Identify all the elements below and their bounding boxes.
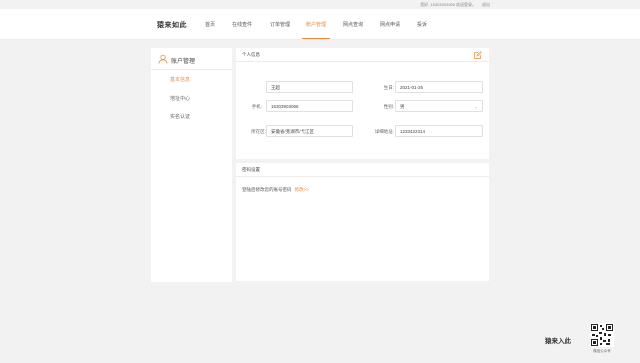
address-field[interactable]: 1233422314 [395,125,483,137]
personal-info-header: 个人信息 [236,48,489,62]
nav-active-underline [302,38,330,39]
nav-item-track[interactable]: 在线查件 [232,21,252,28]
gender-select[interactable]: 男 ⌄ [395,100,483,112]
sidebar-item-address-center[interactable]: 地址中心 [170,95,190,102]
phone-label: 手机: [251,104,262,109]
password-header: 密码设置 [236,163,489,177]
nav-item-orders[interactable]: 订单管理 [270,21,290,28]
phone-field[interactable]: 15303903066 [266,100,353,112]
chevron-down-icon: ⌄ [474,104,478,109]
site-logo[interactable]: 猿来如此 [157,20,187,30]
user-icon [158,54,168,64]
personal-info-card: 个人信息 姓名: 王超 生日: 2021-01-26 手机: 153039030… [236,48,489,159]
edit-icon[interactable] [474,51,482,59]
top-bar: 您好, 15303903066 欢迎登录。 退出 [0,0,640,9]
qr-caption: 微信公众号 [593,349,611,353]
nav-item-outlet-apply[interactable]: 网点申请 [380,21,400,28]
birthday-label: 生日: [383,85,394,90]
account-sidebar: 账户管理 基本信息 地址中心 实名认证 [151,48,232,282]
address-label: 详细地址: [374,129,394,134]
region-label: 所在区: [251,129,266,134]
gender-label: 性别: [383,104,394,109]
logout-link[interactable]: 退出 [482,2,490,7]
main-nav-bar: 猿来如此 首页 在线查件 订单管理 账户管理 网点查询 网点申请 投诉 [0,9,640,40]
nav-item-outlet-search[interactable]: 网点查询 [343,21,363,28]
sidebar-title: 账户管理 [171,59,196,65]
nav-item-complaint[interactable]: 投诉 [417,21,427,28]
region-field[interactable]: 安徽省/芜湖市/弋江区 [266,125,353,137]
personal-info-title: 个人信息 [242,52,260,57]
greeting-text: 您好, 15303903066 欢迎登录。 [420,2,476,7]
footer-brand: 猿来入此 [545,337,571,345]
change-password-link[interactable]: 修改>> [295,187,309,192]
sidebar-item-real-name[interactable]: 实名认证 [170,113,190,120]
nav-item-account[interactable]: 账户管理 [306,21,326,28]
qr-code-icon [590,323,614,347]
gender-selected-value: 男 [400,104,405,109]
birthday-field[interactable]: 2021-01-26 [395,81,483,93]
sidebar-header: 账户管理 [151,48,232,70]
top-bar-user-info: 您好, 15303903066 欢迎登录。 退出 [420,2,490,8]
password-hint-text: 登陆后修改您的账号密码 [242,187,292,192]
sidebar-item-basic-info[interactable]: 基本信息 [170,76,190,83]
password-card: 密码设置 登陆后修改您的账号密码 修改>> [236,163,489,281]
password-hint: 登陆后修改您的账号密码 修改>> [242,187,309,193]
name-field[interactable]: 王超 [266,81,353,93]
nav-item-home[interactable]: 首页 [205,21,215,28]
password-title: 密码设置 [242,167,260,172]
